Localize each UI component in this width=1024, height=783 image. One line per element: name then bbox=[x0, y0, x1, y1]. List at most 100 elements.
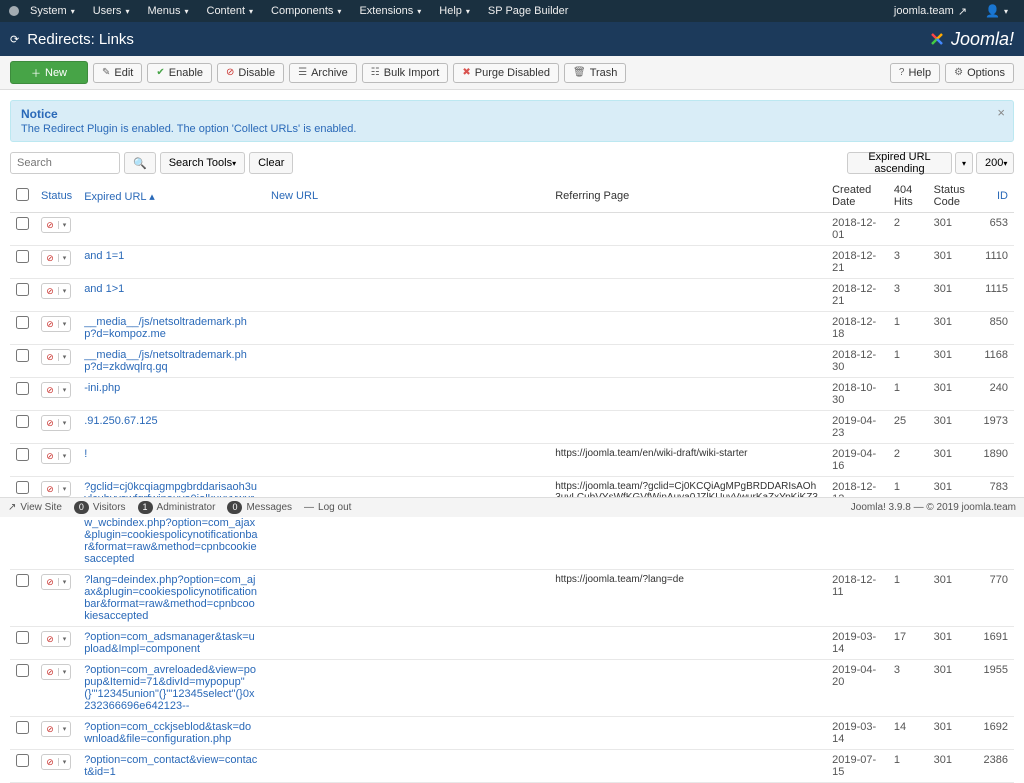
referring-page bbox=[549, 345, 826, 378]
expired-url-link[interactable]: .91.250.67.125 bbox=[84, 415, 157, 427]
trash-button[interactable]: 🗑Trash bbox=[564, 63, 626, 83]
status-toggle[interactable]: ⊘▾ bbox=[41, 382, 71, 398]
row-check[interactable] bbox=[16, 349, 29, 362]
row-check[interactable] bbox=[16, 574, 29, 587]
col-id[interactable]: ID bbox=[977, 180, 1014, 213]
row-id: 1115 bbox=[977, 279, 1014, 312]
disable-button[interactable]: ⊘Disable bbox=[217, 63, 284, 83]
nav-system[interactable]: System▾ bbox=[22, 2, 83, 20]
status-toggle[interactable]: ⊘▾ bbox=[41, 631, 71, 647]
status-toggle[interactable]: ⊘▾ bbox=[41, 481, 71, 497]
col-hits[interactable]: 404 Hits bbox=[888, 180, 928, 213]
chevron-down-icon: ▾ bbox=[58, 668, 70, 676]
chevron-down-icon: ▾ bbox=[58, 725, 70, 733]
expired-url-link[interactable]: ?option=com_cckjseblod&task=download&fil… bbox=[84, 721, 251, 745]
row-check[interactable] bbox=[16, 415, 29, 428]
expired-url-link[interactable]: -ini.php bbox=[84, 382, 120, 394]
referring-page bbox=[549, 627, 826, 660]
chevron-down-icon: ▾ bbox=[58, 419, 70, 427]
check-all[interactable] bbox=[16, 188, 29, 201]
status-toggle[interactable]: ⊘▾ bbox=[41, 574, 71, 590]
expired-url-link[interactable]: ?option=com_avreloaded&view=popup&Itemid… bbox=[84, 664, 256, 712]
created-date: 2019-03-14 bbox=[826, 627, 888, 660]
status-toggle[interactable]: ⊘▾ bbox=[41, 316, 71, 332]
status-toggle[interactable]: ⊘▾ bbox=[41, 217, 71, 233]
row-check[interactable] bbox=[16, 250, 29, 263]
nav-extensions[interactable]: Extensions▾ bbox=[351, 2, 429, 20]
status-toggle[interactable]: ⊘▾ bbox=[41, 664, 71, 680]
status-toggle[interactable]: ⊘▾ bbox=[41, 283, 71, 299]
search-tools-button[interactable]: Search Tools ▾ bbox=[160, 152, 245, 174]
expired-url-link[interactable]: ?lang=deindex.php?option=com_ajax&plugin… bbox=[84, 574, 257, 622]
row-check[interactable] bbox=[16, 283, 29, 296]
row-check[interactable] bbox=[16, 664, 29, 677]
search-input[interactable] bbox=[10, 152, 120, 174]
status-toggle[interactable]: ⊘▾ bbox=[41, 349, 71, 365]
expired-url-link[interactable]: and 1>1 bbox=[84, 283, 124, 295]
search-button[interactable]: 🔍 bbox=[124, 152, 156, 174]
bulk-import-button[interactable]: ☷Bulk Import bbox=[362, 63, 449, 83]
row-check[interactable] bbox=[16, 481, 29, 494]
status-code: 301 bbox=[928, 279, 978, 312]
table-row: ⊘▾ ?option=com_adsmanager&task=upload&Imp… bbox=[10, 627, 1014, 660]
limit-select[interactable]: 200 ▾ bbox=[976, 152, 1014, 174]
referring-page bbox=[549, 246, 826, 279]
status-toggle[interactable]: ⊘▾ bbox=[41, 250, 71, 266]
nav-site-link[interactable]: joomla.team ↗ bbox=[886, 2, 975, 21]
table-row: ⊘▾ ?gclid=cj0kcqiagmpgbrddarisaoh3uylcubv… bbox=[10, 477, 1014, 570]
col-date[interactable]: Created Date bbox=[826, 180, 888, 213]
referring-page bbox=[549, 750, 826, 783]
expired-url-link[interactable]: and 1=1 bbox=[84, 250, 124, 262]
edit-button[interactable]: ✎Edit bbox=[93, 63, 142, 83]
col-expired[interactable]: Expired URL ▴ bbox=[78, 180, 265, 213]
status-code: 301 bbox=[928, 378, 978, 411]
import-icon: ☷ bbox=[371, 67, 380, 78]
status-toggle[interactable]: ⊘▾ bbox=[41, 448, 71, 464]
expired-url-link[interactable]: ?gclid=cj0kcqiagmpgbrddarisaoh3uylcubvys… bbox=[84, 481, 257, 565]
expired-url-link[interactable]: __media__/js/netsoltrademark.php?d=zkdwq… bbox=[84, 349, 247, 373]
view-site-link[interactable]: ↗View Site bbox=[8, 502, 62, 513]
expired-url-link[interactable]: __media__/js/netsoltrademark.php?d=kompo… bbox=[84, 316, 247, 340]
nav-components[interactable]: Components▾ bbox=[263, 2, 349, 20]
col-code[interactable]: Status Code bbox=[928, 180, 978, 213]
new-button[interactable]: ＋New bbox=[10, 61, 88, 84]
referring-page: https://joomla.team/en/wiki-draft/wiki-s… bbox=[549, 444, 826, 477]
row-check[interactable] bbox=[16, 217, 29, 230]
archive-button[interactable]: ☰Archive bbox=[289, 63, 357, 83]
row-check[interactable] bbox=[16, 316, 29, 329]
row-check[interactable] bbox=[16, 382, 29, 395]
status-toggle[interactable]: ⊘▾ bbox=[41, 415, 71, 431]
row-check[interactable] bbox=[16, 448, 29, 461]
row-check[interactable] bbox=[16, 631, 29, 644]
nav-sppagebuilder[interactable]: SP Page Builder bbox=[480, 2, 577, 20]
disabled-icon: ⊘ bbox=[42, 451, 58, 462]
nav-users[interactable]: Users▾ bbox=[85, 2, 138, 20]
col-newurl[interactable]: New URL bbox=[265, 180, 549, 213]
nav-help[interactable]: Help▾ bbox=[431, 2, 478, 20]
nav-user-menu[interactable]: 👤▾ bbox=[977, 1, 1016, 21]
close-icon[interactable]: × bbox=[997, 105, 1005, 120]
sort-select[interactable]: Expired URL ascending bbox=[847, 152, 952, 174]
row-check[interactable] bbox=[16, 721, 29, 734]
nav-menus[interactable]: Menus▾ bbox=[139, 2, 196, 20]
disabled-icon: ⊘ bbox=[42, 286, 58, 297]
sort-dir-button[interactable]: ▾ bbox=[955, 152, 973, 174]
clear-button[interactable]: Clear bbox=[249, 152, 293, 174]
status-toggle[interactable]: ⊘▾ bbox=[41, 721, 71, 737]
referring-page bbox=[549, 717, 826, 750]
purge-button[interactable]: ✖Purge Disabled bbox=[453, 63, 559, 83]
expired-url-link[interactable]: ?option=com_contact&view=contact&id=1 bbox=[84, 754, 257, 778]
referring-page bbox=[549, 279, 826, 312]
options-button[interactable]: ⚙Options bbox=[945, 63, 1014, 83]
expired-url-link[interactable]: ?option=com_adsmanager&task=upload&Impl=… bbox=[84, 631, 255, 655]
enable-button[interactable]: ✔Enable bbox=[147, 63, 212, 83]
col-status[interactable]: Status bbox=[35, 180, 78, 213]
created-date: 2018-12-11 bbox=[826, 570, 888, 627]
row-check[interactable] bbox=[16, 754, 29, 767]
nav-content[interactable]: Content▾ bbox=[199, 2, 262, 20]
messages-status[interactable]: 0Messages bbox=[227, 501, 292, 514]
help-button[interactable]: ?Help bbox=[890, 63, 940, 83]
status-toggle[interactable]: ⊘▾ bbox=[41, 754, 71, 770]
expired-url-link[interactable]: ! bbox=[84, 448, 87, 460]
logout-link[interactable]: — Log out bbox=[304, 502, 351, 513]
